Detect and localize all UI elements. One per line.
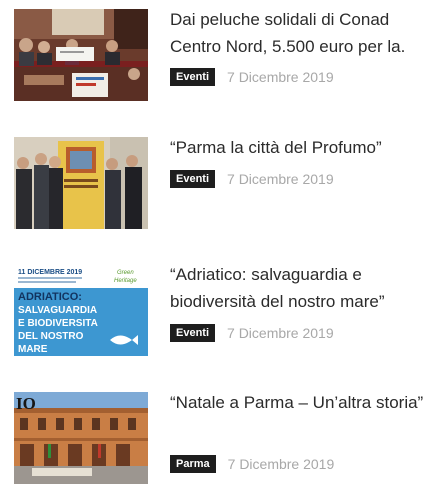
- poster-header: 11 DICEMBRE 2019: [18, 269, 82, 276]
- poster-line: MARE: [18, 344, 48, 355]
- article-meta: Eventi 7 Dicembre 2019: [170, 324, 334, 342]
- article-thumbnail[interactable]: 11 DICEMBRE 2019 Green Heritage ADRIATIC…: [14, 264, 148, 356]
- article-title-link[interactable]: “Parma la città del Profumo”: [170, 134, 425, 161]
- article-thumbnail[interactable]: [14, 137, 148, 229]
- article-item: IO “Natale a Parma – Un’altra storia” Pa…: [14, 392, 425, 487]
- article-date: 7 Dicembre 2019: [227, 69, 334, 85]
- article-title-link[interactable]: Dai peluche solidali di Conad Centro Nor…: [170, 6, 425, 60]
- category-badge[interactable]: Eventi: [170, 170, 216, 188]
- article-item: 11 DICEMBRE 2019 Green Heritage ADRIATIC…: [14, 264, 425, 359]
- article-date: 7 Dicembre 2019: [227, 325, 334, 341]
- article-date: 7 Dicembre 2019: [227, 171, 334, 187]
- poster-line: SALVAGUARDIA: [18, 305, 97, 316]
- news-list: Dai peluche solidali di Conad Centro Nor…: [0, 0, 425, 484]
- thumbnail-image: [14, 137, 148, 229]
- poster-brand-bottom: Heritage: [114, 278, 137, 284]
- article-meta: Eventi 7 Dicembre 2019: [170, 68, 334, 86]
- thumbnail-image: IO: [14, 392, 148, 484]
- poster-brand-top: Green: [117, 270, 134, 276]
- poster-line: E BIODIVERSITA: [18, 318, 98, 329]
- article-date: 7 Dicembre 2019: [227, 456, 335, 472]
- piazza-logo: IO: [16, 394, 36, 413]
- article-item: “Parma la città del Profumo” Eventi 7 Di…: [14, 137, 425, 232]
- thumbnail-image: 11 DICEMBRE 2019 Green Heritage ADRIATIC…: [14, 264, 148, 356]
- category-badge[interactable]: Eventi: [170, 324, 216, 342]
- article-title-link[interactable]: “Natale a Parma – Un’altra storia”: [170, 389, 425, 416]
- poster-line: DEL NOSTRO: [18, 331, 84, 342]
- article-thumbnail[interactable]: IO: [14, 392, 148, 484]
- category-badge[interactable]: Parma: [170, 455, 216, 473]
- article-meta: Parma 7 Dicembre 2019: [170, 455, 334, 473]
- thumbnail-image: [14, 9, 148, 101]
- category-badge[interactable]: Eventi: [170, 68, 216, 86]
- article-item: Dai peluche solidali di Conad Centro Nor…: [14, 9, 425, 104]
- article-title-link[interactable]: “Adriatico: salvaguardia e biodiversità …: [170, 261, 425, 315]
- article-thumbnail[interactable]: [14, 9, 148, 101]
- poster-title: ADRIATICO:: [18, 291, 82, 303]
- article-meta: Eventi 7 Dicembre 2019: [170, 170, 334, 188]
